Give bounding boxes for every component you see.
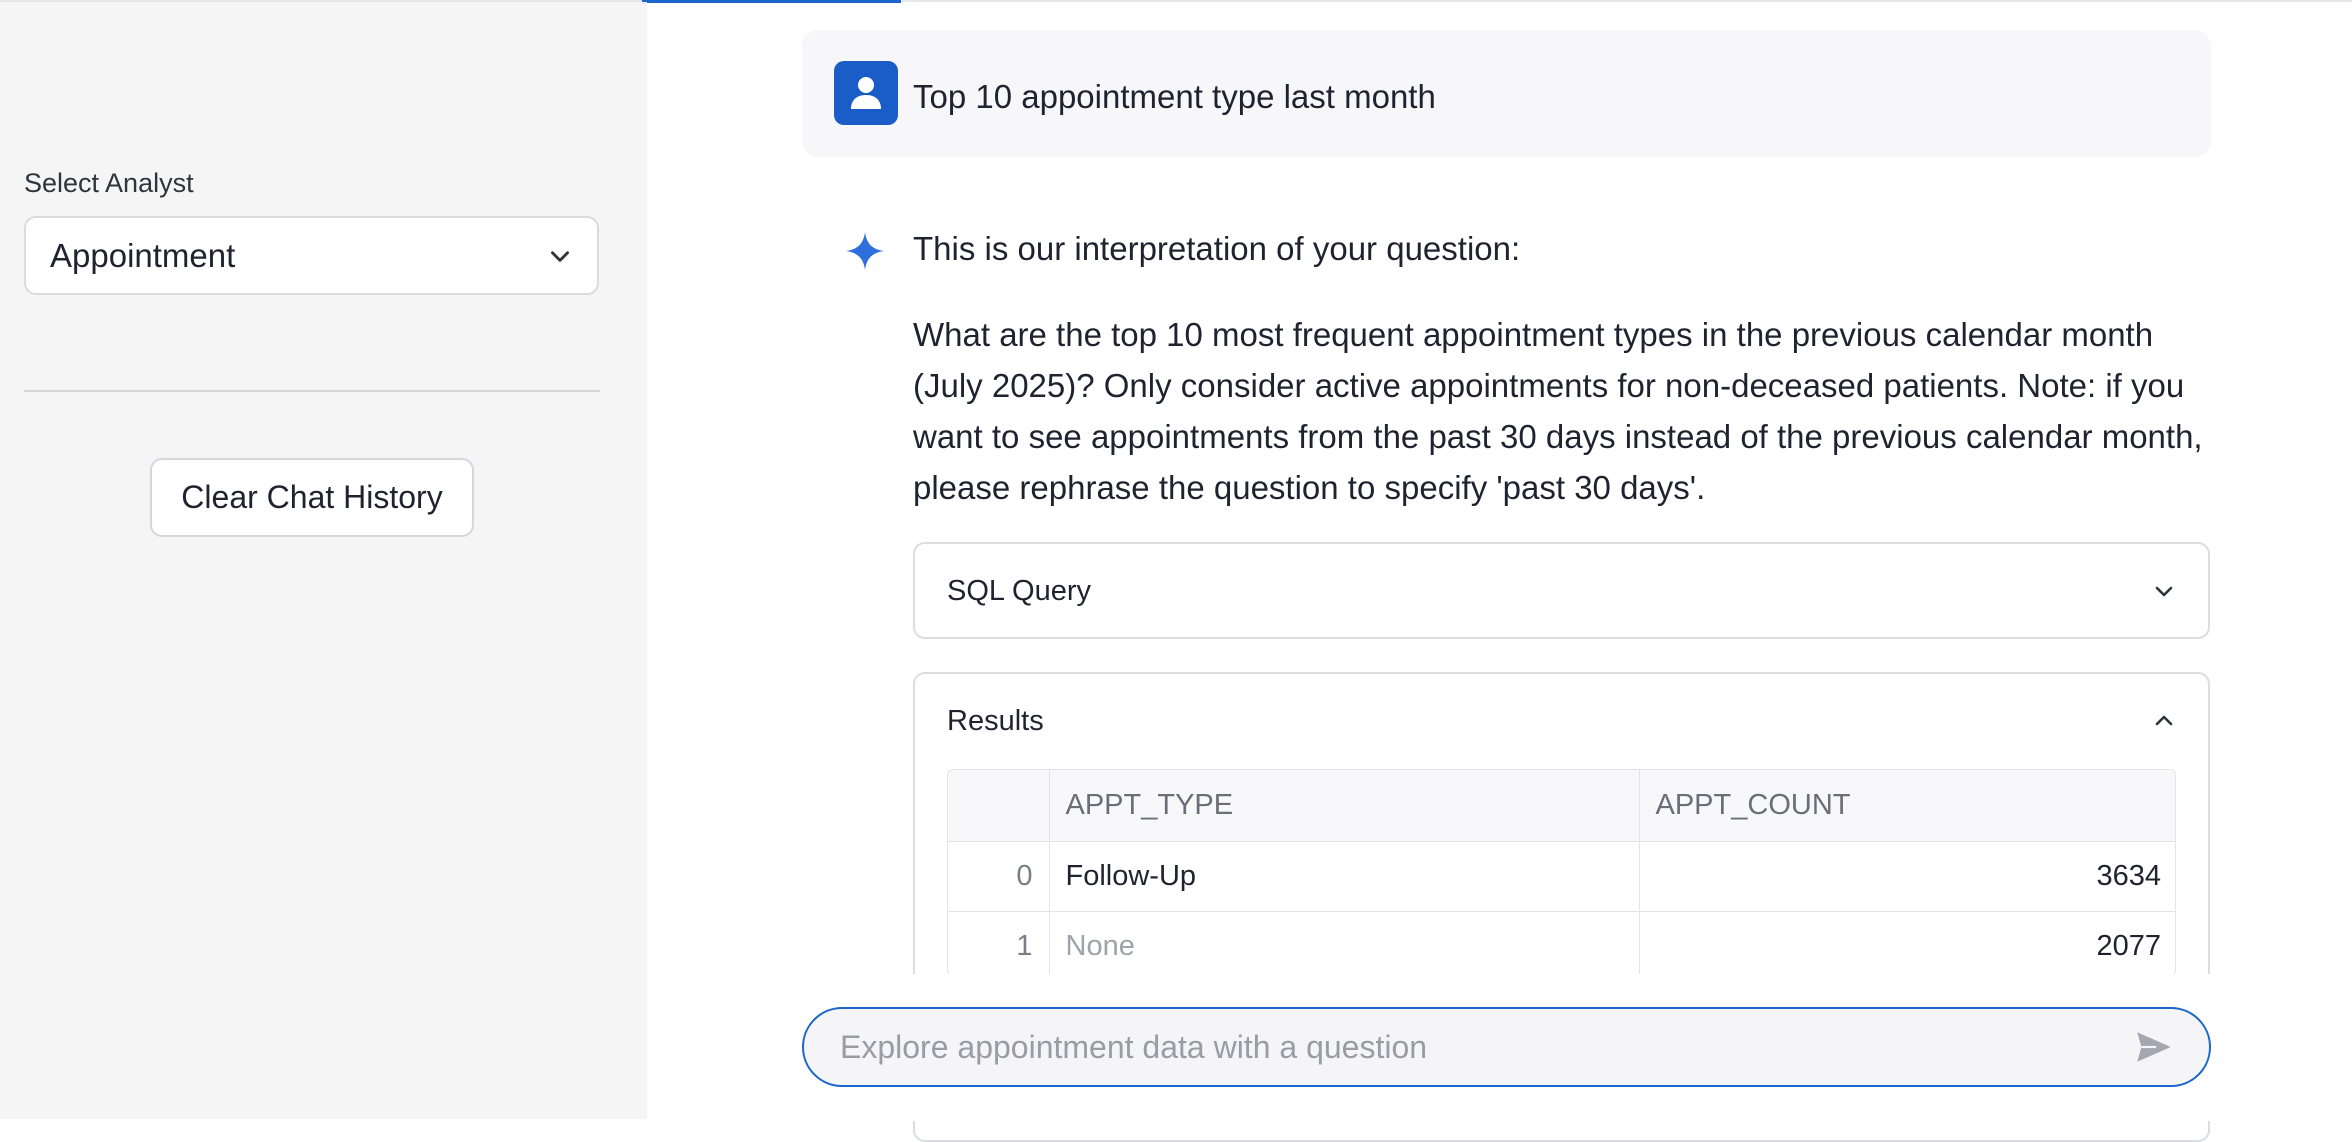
table-row: 1 None 2077 bbox=[948, 911, 2175, 975]
analyst-select-value: Appointment bbox=[50, 236, 236, 274]
sql-query-title: SQL Query bbox=[947, 574, 1091, 607]
select-analyst-label: Select Analyst bbox=[24, 168, 194, 198]
chat-input[interactable] bbox=[838, 1027, 2133, 1067]
clear-chat-history-button[interactable]: Clear Chat History bbox=[150, 458, 474, 537]
chat-main: Top 10 appointment type last month This … bbox=[647, 2, 2352, 1142]
sparkle-icon bbox=[846, 232, 884, 270]
appt-count-cell[interactable]: 2077 bbox=[1639, 911, 2175, 975]
chevron-down-icon bbox=[2155, 586, 2173, 597]
send-icon[interactable] bbox=[2133, 1026, 2175, 1068]
results-title: Results bbox=[947, 704, 1044, 737]
column-header-appt-type[interactable]: APPT_TYPE bbox=[1049, 770, 1640, 842]
appt-count-cell[interactable]: 3634 bbox=[1639, 841, 2175, 912]
assistant-interpretation: What are the top 10 most frequent appoin… bbox=[913, 316, 2203, 506]
analyst-select[interactable]: Appointment bbox=[24, 216, 599, 295]
sidebar: Select Analyst Appointment Clear Chat Hi… bbox=[0, 2, 647, 1119]
chat-input-area bbox=[647, 974, 2352, 1121]
row-index[interactable]: 1 bbox=[948, 911, 1050, 975]
appt-type-cell[interactable]: Follow-Up bbox=[1049, 841, 1640, 912]
results-table[interactable]: APPT_TYPE APPT_COUNT 0 Follow-Up 3634 1 … bbox=[947, 769, 2176, 976]
column-header-index[interactable] bbox=[948, 770, 1050, 842]
appt-type-cell[interactable]: None bbox=[1049, 911, 1640, 975]
user-message-text: Top 10 appointment type last month bbox=[913, 78, 1436, 115]
row-index[interactable]: 0 bbox=[948, 841, 1050, 912]
table-header-row: APPT_TYPE APPT_COUNT bbox=[948, 770, 2175, 842]
chat-input-container[interactable] bbox=[802, 1007, 2211, 1087]
user-icon bbox=[834, 61, 898, 125]
table-row: 0 Follow-Up 3634 bbox=[948, 841, 2175, 912]
assistant-header: This is our interpretation of your quest… bbox=[913, 230, 1521, 267]
column-header-appt-count[interactable]: APPT_COUNT bbox=[1639, 770, 2175, 842]
results-expander-header[interactable]: Results bbox=[915, 674, 2208, 768]
sql-query-expander-header[interactable]: SQL Query bbox=[915, 544, 2208, 638]
sql-query-expander[interactable]: SQL Query bbox=[913, 542, 2210, 639]
chevron-down-icon bbox=[551, 250, 569, 262]
chevron-up-icon bbox=[2155, 715, 2173, 726]
sidebar-divider bbox=[24, 390, 600, 392]
